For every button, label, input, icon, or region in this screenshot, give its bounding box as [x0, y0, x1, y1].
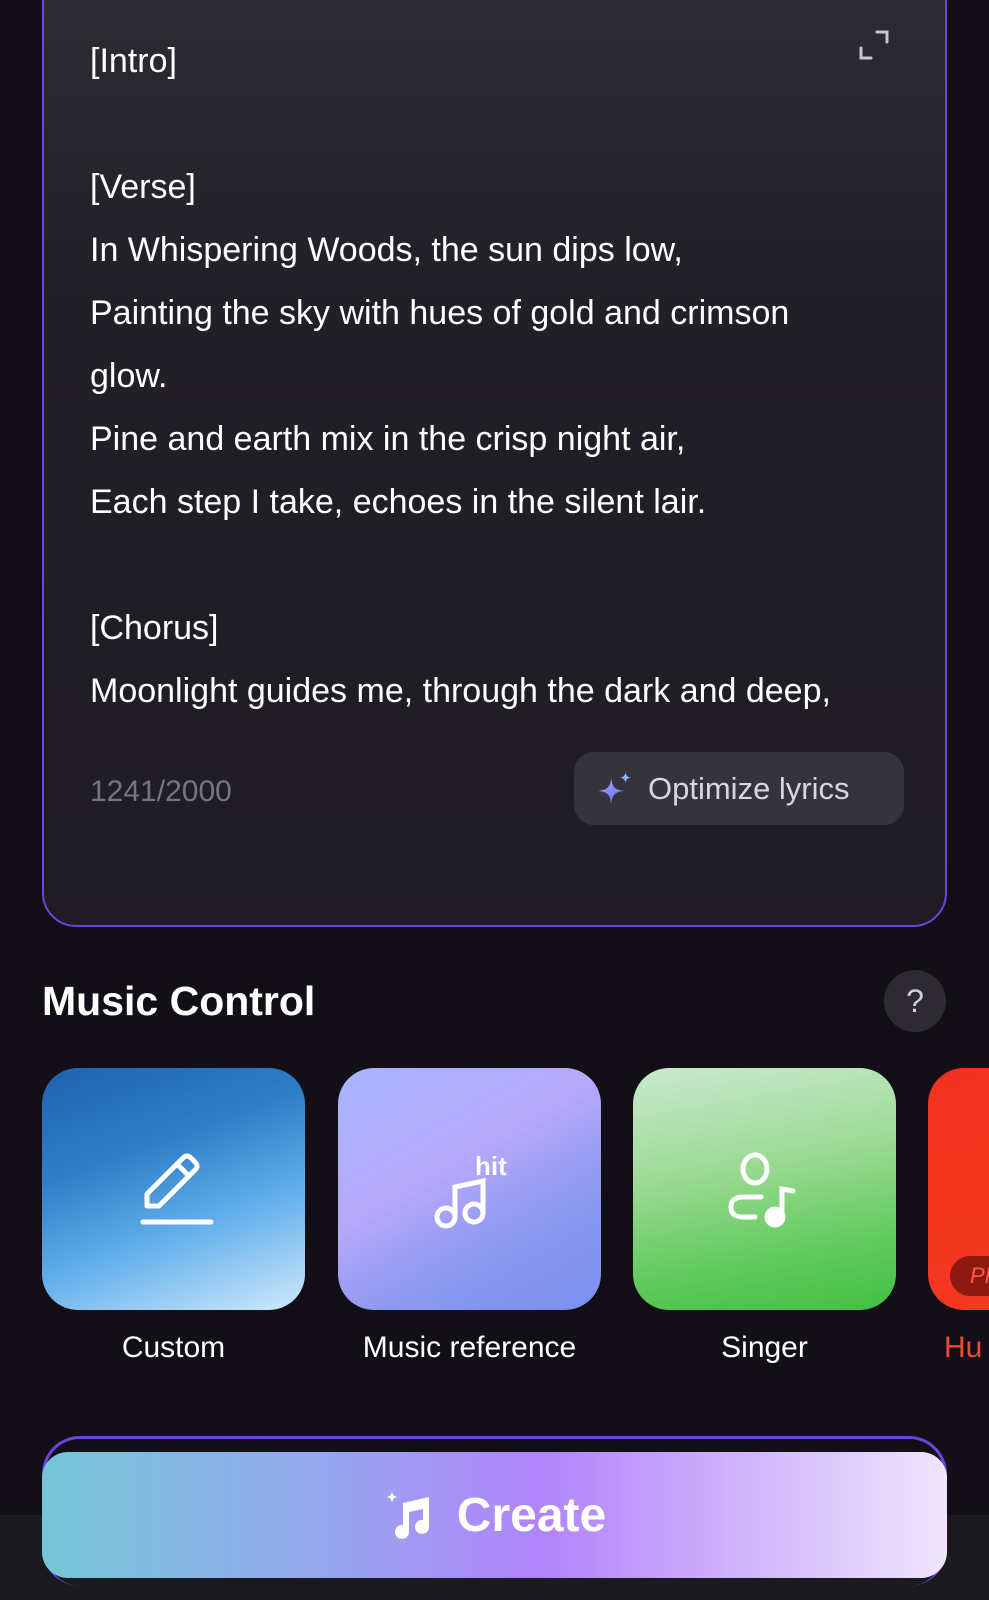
music-control-title: Music Control [42, 978, 316, 1024]
music-control-tiles: hit PR Custom Music reference Singer Hu [0, 1068, 989, 1378]
music-reference-tile[interactable]: hit [338, 1068, 601, 1310]
custom-label: Custom [121, 1331, 226, 1364]
singer-tile[interactable] [633, 1068, 896, 1310]
lyrics-card: [Intro] [Verse] In Whispering Woods, the… [42, 0, 947, 927]
sparkle-icon [597, 771, 632, 804]
singer-icon [727, 1152, 795, 1228]
hum-label: Hu [944, 1331, 983, 1364]
singer-label: Singer [721, 1331, 808, 1364]
create-button[interactable]: Create [42, 1452, 947, 1578]
character-count: 1241/2000 [90, 775, 232, 808]
optimize-lyrics-label: Optimize lyrics [648, 770, 850, 806]
custom-tile[interactable] [42, 1068, 305, 1310]
expand-icon[interactable] [855, 26, 893, 64]
pencil-icon [140, 1153, 213, 1225]
hum-tile[interactable]: PR [928, 1068, 989, 1310]
optimize-lyrics-button[interactable]: Optimize lyrics [574, 752, 904, 825]
help-button[interactable]: ? [884, 970, 946, 1032]
music-reference-label: Music reference [362, 1331, 577, 1364]
lyrics-textarea[interactable]: [Intro] [Verse] In Whispering Woods, the… [90, 30, 850, 723]
hit-music-icon: hit [434, 1151, 507, 1229]
create-label: Create [456, 1488, 607, 1542]
svg-text:hit: hit [475, 1151, 507, 1181]
pro-badge: PR [950, 1256, 989, 1296]
music-note-sparkle-icon [385, 1491, 429, 1539]
